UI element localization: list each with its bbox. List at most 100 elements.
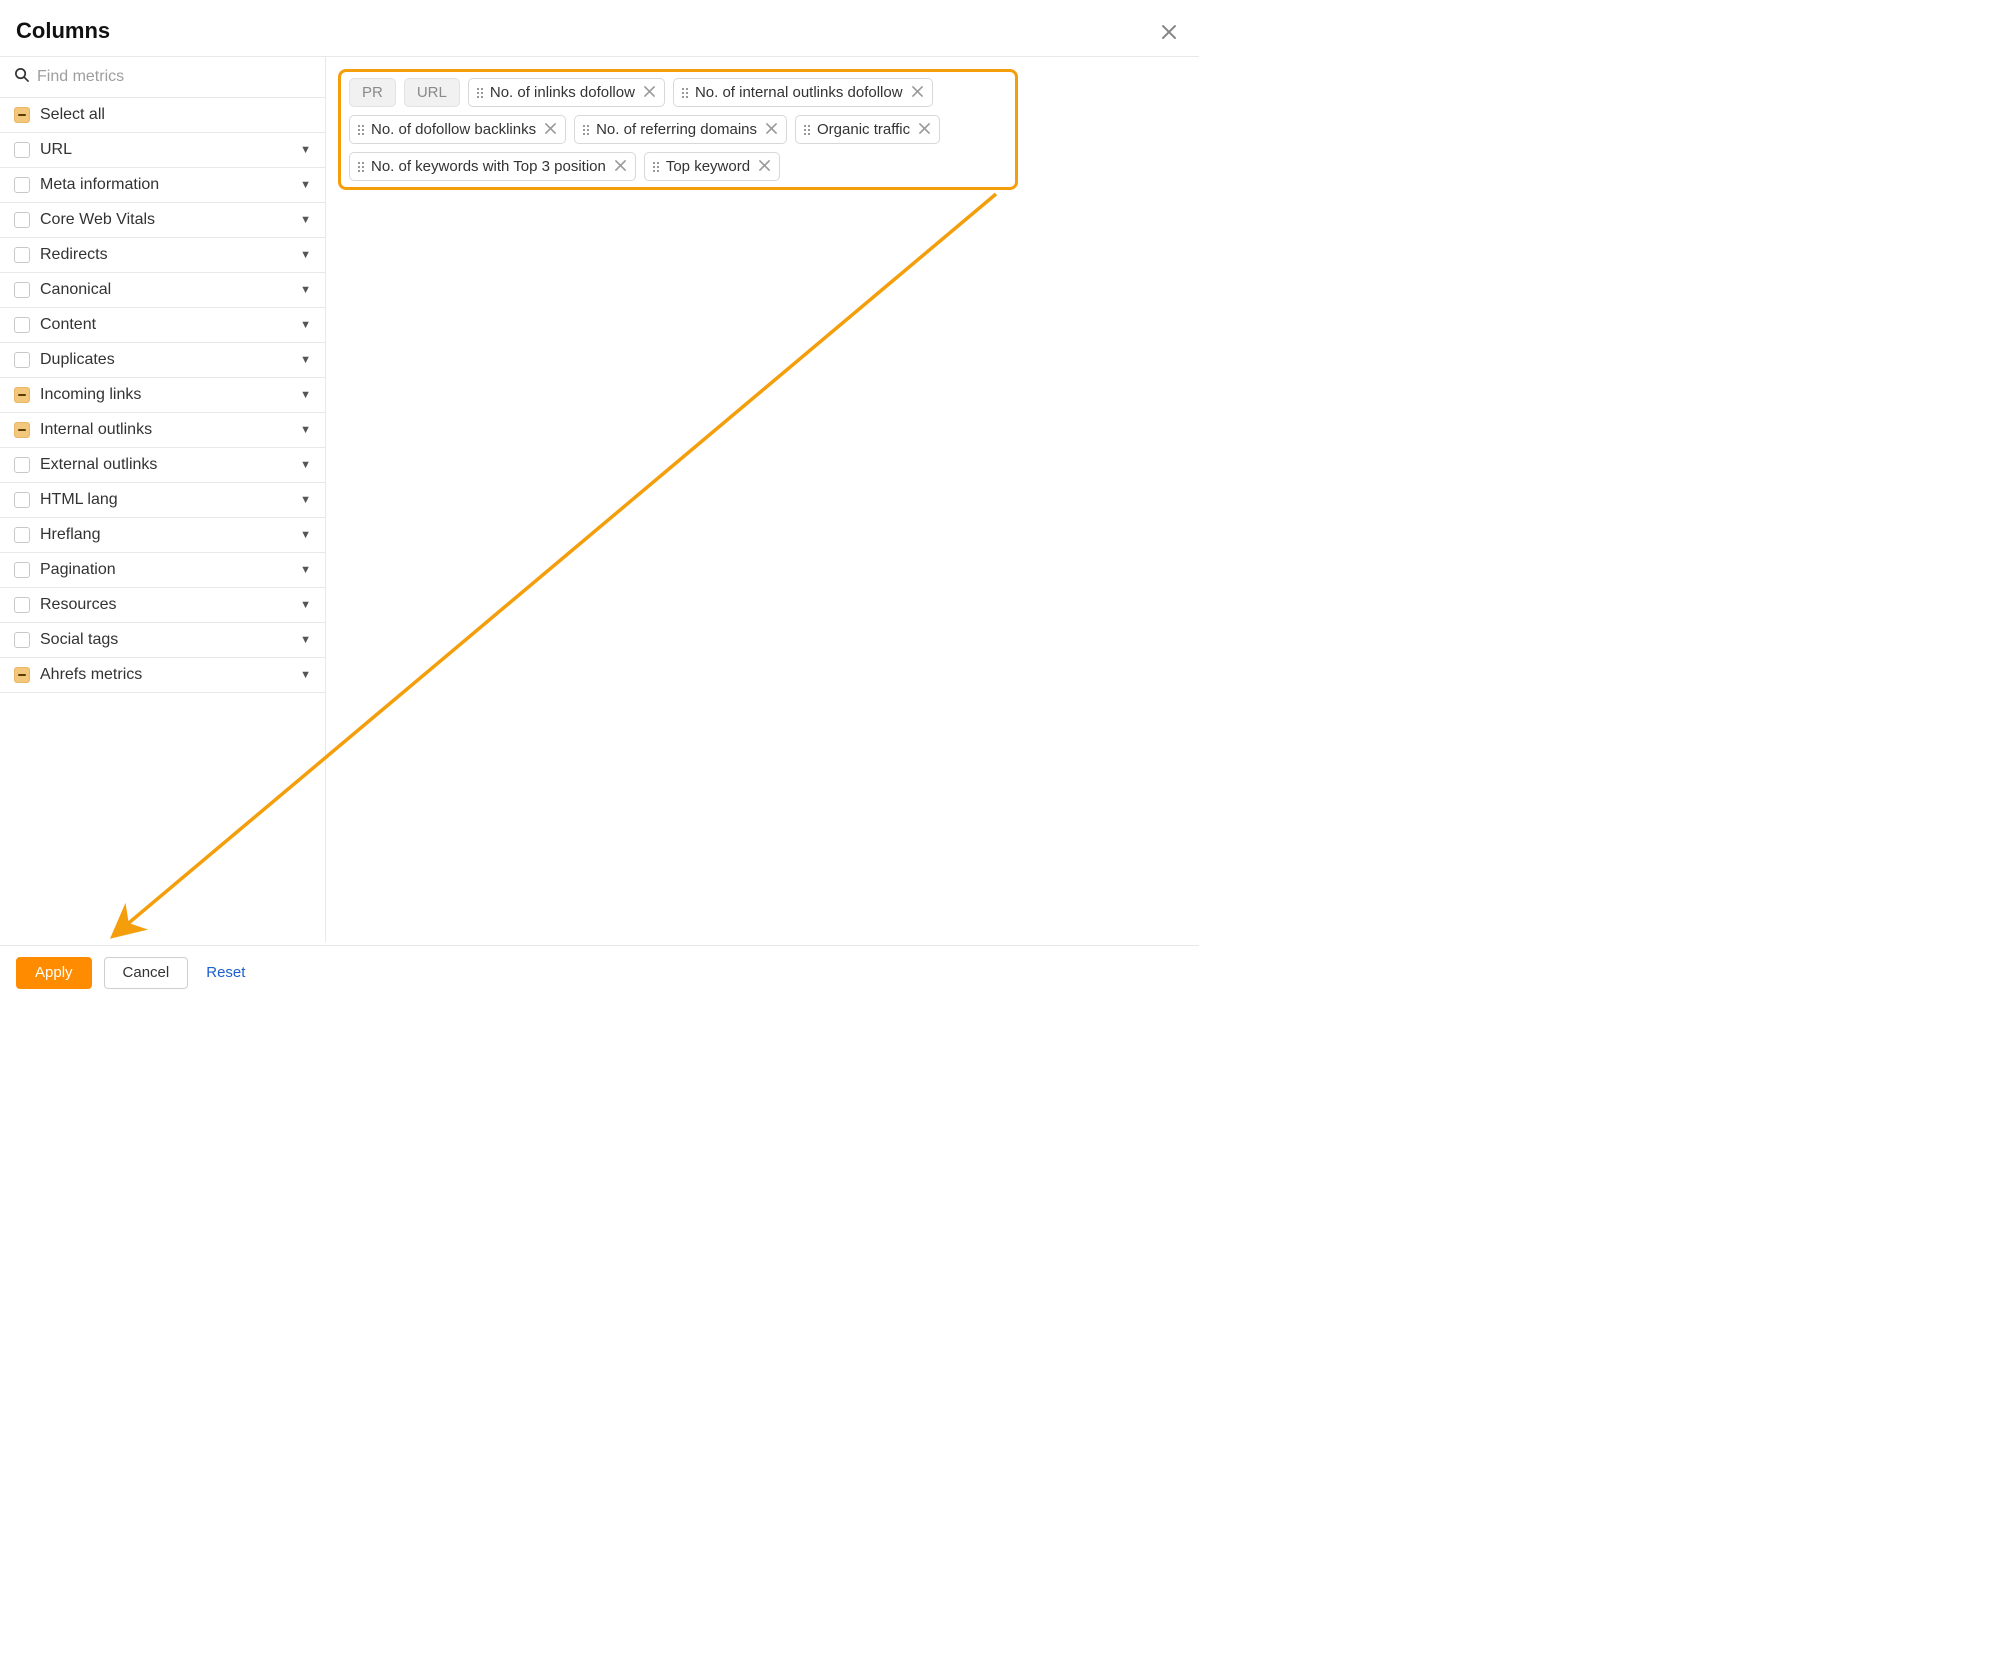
metric-label: External outlinks xyxy=(40,456,290,474)
checkbox-unchecked-icon[interactable] xyxy=(14,247,30,263)
drag-handle-icon[interactable] xyxy=(358,125,364,135)
column-chip[interactable]: No. of inlinks dofollow xyxy=(468,78,665,107)
checkbox-unchecked-icon[interactable] xyxy=(14,177,30,193)
chevron-down-icon[interactable]: ▼ xyxy=(300,249,311,261)
close-icon[interactable] xyxy=(1161,24,1177,44)
reset-link[interactable]: Reset xyxy=(206,964,245,981)
checkbox-unchecked-icon[interactable] xyxy=(14,527,30,543)
metric-row[interactable]: Content ▼ xyxy=(0,308,325,343)
metric-row[interactable]: Hreflang▼ xyxy=(0,518,325,553)
remove-chip-icon[interactable] xyxy=(757,160,770,173)
metric-label: Social tags xyxy=(40,631,290,649)
metric-label: Canonical xyxy=(40,281,290,299)
search-icon xyxy=(14,67,29,87)
column-chip[interactable]: No. of dofollow backlinks xyxy=(349,115,566,144)
chevron-down-icon[interactable]: ▼ xyxy=(300,494,311,506)
column-chip[interactable]: Top keyword xyxy=(644,152,780,181)
drag-handle-icon[interactable] xyxy=(477,88,483,98)
checkbox-unchecked-icon[interactable] xyxy=(14,457,30,473)
chevron-down-icon[interactable]: ▼ xyxy=(300,564,311,576)
remove-chip-icon[interactable] xyxy=(764,123,777,136)
chevron-down-icon[interactable]: ▼ xyxy=(300,144,311,156)
column-chip[interactable]: No. of keywords with Top 3 position xyxy=(349,152,636,181)
metric-label: Ahrefs metrics xyxy=(40,666,290,684)
selected-columns-area: PRURLNo. of inlinks dofollowNo. of inter… xyxy=(326,57,1199,942)
chevron-down-icon[interactable]: ▼ xyxy=(300,599,311,611)
metric-row[interactable]: External outlinks ▼ xyxy=(0,448,325,483)
chevron-down-icon[interactable]: ▼ xyxy=(300,214,311,226)
chevron-down-icon[interactable]: ▼ xyxy=(300,354,311,366)
drag-handle-icon[interactable] xyxy=(583,125,589,135)
checkbox-unchecked-icon[interactable] xyxy=(14,632,30,648)
checkbox-partial-icon[interactable] xyxy=(14,387,30,403)
metric-label: Duplicates xyxy=(40,351,290,369)
chevron-down-icon[interactable]: ▼ xyxy=(300,669,311,681)
metric-row[interactable]: Select all xyxy=(0,98,325,133)
column-chip[interactable]: Organic traffic xyxy=(795,115,940,144)
drag-handle-icon[interactable] xyxy=(358,162,364,172)
checkbox-unchecked-icon[interactable] xyxy=(14,317,30,333)
chevron-down-icon[interactable]: ▼ xyxy=(300,389,311,401)
chip-label: No. of internal outlinks dofollow xyxy=(695,84,903,101)
checkbox-partial-icon[interactable] xyxy=(14,107,30,123)
remove-chip-icon[interactable] xyxy=(613,160,626,173)
metric-label: Meta information xyxy=(40,176,290,194)
search-input[interactable] xyxy=(37,68,311,86)
metric-label: Internal outlinks xyxy=(40,421,290,439)
chevron-down-icon[interactable]: ▼ xyxy=(300,424,311,436)
checkbox-unchecked-icon[interactable] xyxy=(14,212,30,228)
checkbox-unchecked-icon[interactable] xyxy=(14,562,30,578)
column-chip[interactable]: No. of referring domains xyxy=(574,115,787,144)
metric-row[interactable]: HTML lang ▼ xyxy=(0,483,325,518)
metric-row[interactable]: URL ▼ xyxy=(0,133,325,168)
chip-label: No. of dofollow backlinks xyxy=(371,121,536,138)
checkbox-partial-icon[interactable] xyxy=(14,667,30,683)
metric-row[interactable]: Pagination▼ xyxy=(0,553,325,588)
chevron-down-icon[interactable]: ▼ xyxy=(300,179,311,191)
chip-label: Organic traffic xyxy=(817,121,910,138)
locked-column-chip: PR xyxy=(349,78,396,107)
metric-label: Content xyxy=(40,316,290,334)
chevron-down-icon[interactable]: ▼ xyxy=(300,634,311,646)
remove-chip-icon[interactable] xyxy=(910,86,923,99)
chevron-down-icon[interactable]: ▼ xyxy=(300,459,311,471)
metric-row[interactable]: Incoming links ▼ xyxy=(0,378,325,413)
drag-handle-icon[interactable] xyxy=(804,125,810,135)
checkbox-unchecked-icon[interactable] xyxy=(14,352,30,368)
modal-header: Columns xyxy=(0,0,1199,56)
metric-label: URL xyxy=(40,141,290,159)
metric-row[interactable]: Duplicates ▼ xyxy=(0,343,325,378)
search-row xyxy=(0,57,325,98)
metric-row[interactable]: Canonical ▼ xyxy=(0,273,325,308)
chevron-down-icon[interactable]: ▼ xyxy=(300,529,311,541)
metric-row[interactable]: Ahrefs metrics ▼ xyxy=(0,658,325,693)
remove-chip-icon[interactable] xyxy=(642,86,655,99)
apply-button[interactable]: Apply xyxy=(16,957,92,990)
chevron-down-icon[interactable]: ▼ xyxy=(300,319,311,331)
metric-row[interactable]: Core Web Vitals▼ xyxy=(0,203,325,238)
checkbox-partial-icon[interactable] xyxy=(14,422,30,438)
checkbox-unchecked-icon[interactable] xyxy=(14,597,30,613)
metric-row[interactable]: Social tags ▼ xyxy=(0,623,325,658)
remove-chip-icon[interactable] xyxy=(543,123,556,136)
cancel-button[interactable]: Cancel xyxy=(104,957,189,990)
metrics-sidebar: Select allURL▼Meta information▼Core Web … xyxy=(0,57,326,942)
chevron-down-icon[interactable]: ▼ xyxy=(300,284,311,296)
drag-handle-icon[interactable] xyxy=(653,162,659,172)
metric-row[interactable]: Resources▼ xyxy=(0,588,325,623)
column-chip[interactable]: No. of internal outlinks dofollow xyxy=(673,78,933,107)
checkbox-unchecked-icon[interactable] xyxy=(14,492,30,508)
checkbox-unchecked-icon[interactable] xyxy=(14,142,30,158)
remove-chip-icon[interactable] xyxy=(917,123,930,136)
metric-row[interactable]: Internal outlinks ▼ xyxy=(0,413,325,448)
metric-row[interactable]: Meta information ▼ xyxy=(0,168,325,203)
chip-label: No. of keywords with Top 3 position xyxy=(371,158,606,175)
chip-label: No. of referring domains xyxy=(596,121,757,138)
metric-row[interactable]: Redirects ▼ xyxy=(0,238,325,273)
drag-handle-icon[interactable] xyxy=(682,88,688,98)
metric-label: Redirects xyxy=(40,246,290,264)
modal-footer: Apply Cancel Reset xyxy=(0,945,1199,1001)
checkbox-unchecked-icon[interactable] xyxy=(14,282,30,298)
metric-label: Incoming links xyxy=(40,386,290,404)
metric-label: HTML lang xyxy=(40,491,290,509)
